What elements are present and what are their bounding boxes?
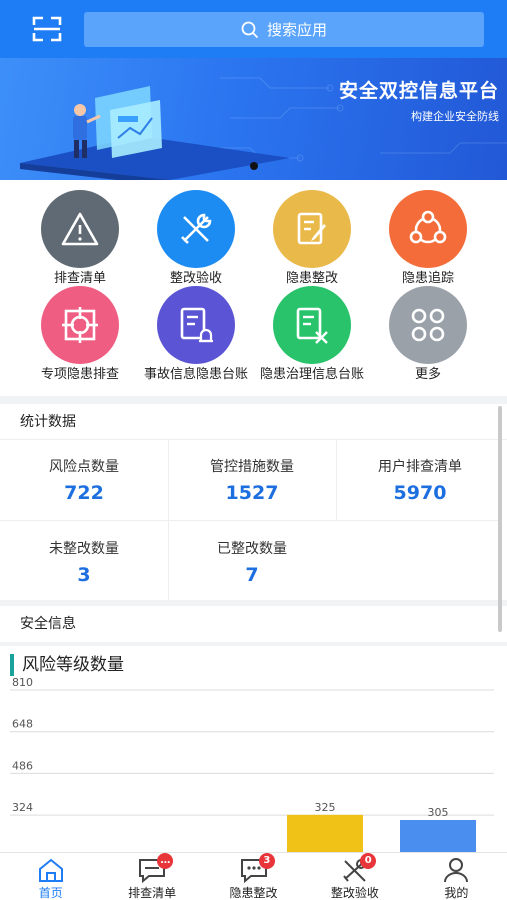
menu-item-check-list[interactable]: 排查清单 xyxy=(20,190,140,287)
stat-value: 1527 xyxy=(225,482,279,504)
y-tick-label: 486 xyxy=(12,759,33,772)
nav-label: 隐患整改 xyxy=(229,886,278,900)
safety-title: 安全信息 xyxy=(20,616,76,632)
doc-alarm-icon xyxy=(157,286,235,364)
stat-label: 已整改数量 xyxy=(217,541,287,557)
share-circle-icon xyxy=(389,190,467,268)
banner-pager-dot[interactable] xyxy=(250,162,258,170)
nav-label: 整改验收 xyxy=(330,886,379,900)
top-bar: 搜索应用 xyxy=(0,0,507,58)
warning-icon xyxy=(41,190,119,268)
doc-tools-icon xyxy=(273,286,351,364)
user-icon xyxy=(444,858,469,883)
banner-subtitle: 构建企业安全防线 xyxy=(411,110,499,123)
stat-label: 未整改数量 xyxy=(49,541,119,557)
function-grid: 排查清单 整改验收 隐患整改 隐患追踪 专项隐患排查 事故信息隐患台账 隐患治理… xyxy=(0,180,507,396)
stat-user-checklist[interactable]: 用户排查清单 5970 xyxy=(336,456,504,504)
target-icon xyxy=(41,286,119,364)
menu-label: 排查清单 xyxy=(53,271,106,286)
stat-value: 3 xyxy=(77,564,91,586)
stats-panel: 统计数据 风险点数量 722 管控措施数量 1527 用户排查清单 5970 未… xyxy=(0,404,507,600)
nav-hazard-rectify[interactable]: 3 隐患整改 xyxy=(203,853,304,900)
menu-item-rectify-accept[interactable]: 整改验收 xyxy=(136,190,256,287)
stat-rectified[interactable]: 已整改数量 7 xyxy=(168,538,336,586)
stat-control-measures[interactable]: 管控措施数量 1527 xyxy=(168,456,336,504)
search-bar[interactable]: 搜索应用 xyxy=(84,12,484,47)
stat-unrectified[interactable]: 未整改数量 3 xyxy=(0,538,168,586)
nav-badge: 3 xyxy=(258,853,275,869)
scan-button[interactable] xyxy=(28,10,66,48)
tools-icon xyxy=(157,190,235,268)
stat-label: 用户排查清单 xyxy=(378,459,462,475)
nav-badge: … xyxy=(157,853,174,869)
home-icon xyxy=(38,858,63,882)
menu-item-accident-ledger[interactable]: 事故信息隐患台账 xyxy=(136,286,256,383)
safety-info-section[interactable]: 安全信息 xyxy=(0,606,507,642)
y-tick-label: 648 xyxy=(12,718,33,731)
banner[interactable]: 安全双控信息平台 构建企业安全防线 xyxy=(0,58,507,180)
nav-mine[interactable]: 我的 xyxy=(406,853,507,900)
stats-title: 统计数据 xyxy=(0,404,507,440)
nav-check-list[interactable]: … 排查清单 xyxy=(101,853,202,900)
stat-value: 5970 xyxy=(393,482,447,504)
menu-label: 隐患治理信息台账 xyxy=(259,367,364,382)
bottom-nav: 首页 … 排查清单 3 隐患整改 0 整改验收 我的 xyxy=(0,852,507,900)
scrollbar[interactable] xyxy=(498,406,502,632)
stat-label: 风险点数量 xyxy=(49,459,119,475)
banner-title: 安全双控信息平台 xyxy=(338,80,499,102)
search-label: 搜索应用 xyxy=(266,21,327,39)
bar[interactable] xyxy=(287,814,363,852)
menu-item-more[interactable]: 更多 xyxy=(368,286,488,383)
search-icon xyxy=(241,21,259,38)
risk-level-chart: 810 648 486 324 325 305 xyxy=(10,676,494,852)
menu-label: 更多 xyxy=(414,367,441,382)
menu-label: 事故信息隐患台账 xyxy=(143,367,248,382)
nav-label: 首页 xyxy=(38,886,63,900)
menu-label: 隐患整改 xyxy=(285,271,338,286)
bar-value-label: 305 xyxy=(428,806,449,819)
app-root: 搜索应用 安全双控信息平台 构建企业安全防线 排查清单 整改验收 隐患整改 隐患… xyxy=(0,0,507,900)
stat-value: 7 xyxy=(245,564,259,586)
nav-rectify-accept[interactable]: 0 整改验收 xyxy=(304,853,405,900)
grid-more-icon xyxy=(389,286,467,364)
menu-item-hazard-track[interactable]: 隐患追踪 xyxy=(368,190,488,287)
menu-label: 整改验收 xyxy=(169,271,222,286)
nav-label: 排查清单 xyxy=(128,886,177,900)
menu-label: 专项隐患排查 xyxy=(40,367,119,382)
nav-badge: 0 xyxy=(360,853,377,869)
nav-label: 我的 xyxy=(444,886,469,900)
y-tick-label: 324 xyxy=(12,801,33,814)
nav-home[interactable]: 首页 xyxy=(0,853,101,900)
scan-icon xyxy=(32,16,62,42)
stat-value: 722 xyxy=(64,482,104,504)
stat-label: 管控措施数量 xyxy=(210,459,294,475)
risk-level-chart-card: 风险等级数量 810 648 486 324 325 305 xyxy=(0,646,507,852)
bar[interactable] xyxy=(400,819,476,852)
bar-value-label: 325 xyxy=(315,801,336,814)
edit-doc-icon xyxy=(273,190,351,268)
chart-title: 风险等级数量 xyxy=(10,654,124,676)
menu-item-special-check[interactable]: 专项隐患排查 xyxy=(20,286,140,383)
stat-risk-points[interactable]: 风险点数量 722 xyxy=(0,456,168,504)
menu-item-governance-ledger[interactable]: 隐患治理信息台账 xyxy=(252,286,372,383)
menu-label: 隐患追踪 xyxy=(401,271,454,286)
y-tick-label: 810 xyxy=(12,676,33,689)
divider xyxy=(0,520,498,521)
menu-item-hazard-rectify[interactable]: 隐患整改 xyxy=(252,190,372,287)
